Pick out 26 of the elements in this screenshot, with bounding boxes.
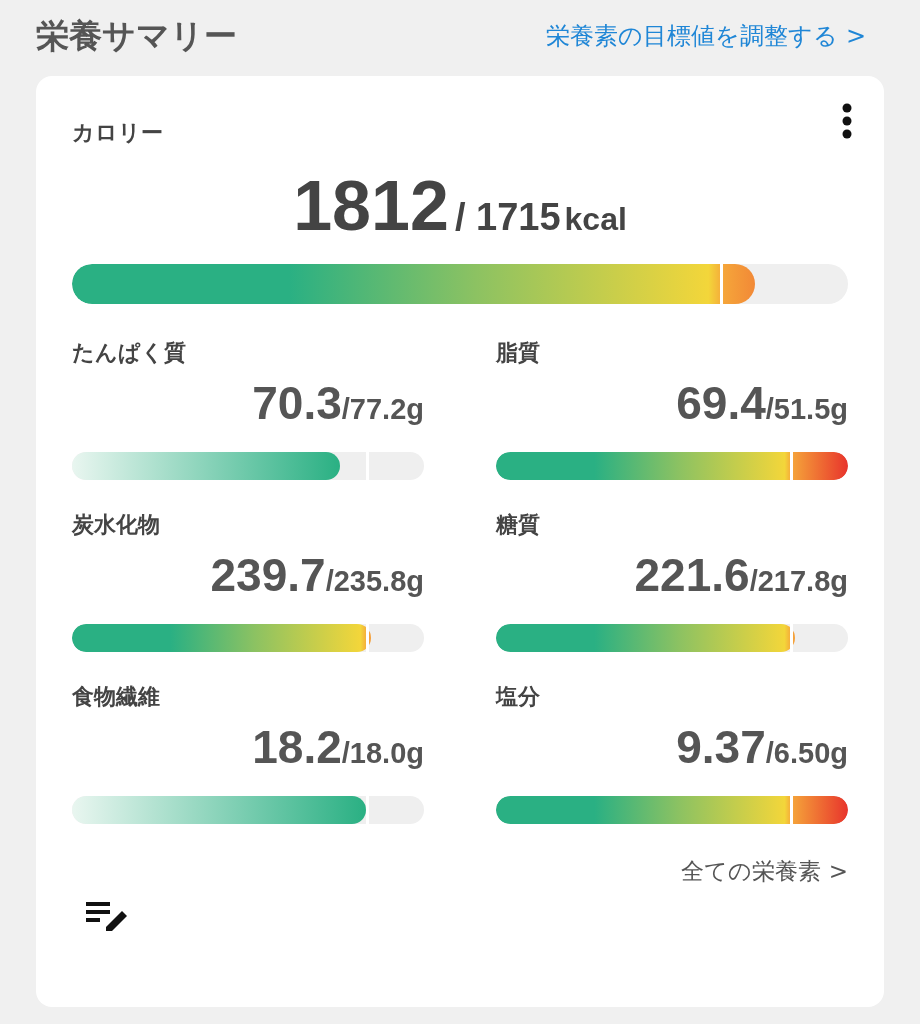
- calorie-target: / 1715: [454, 196, 561, 239]
- nutrient-label: 塩分: [496, 683, 541, 711]
- nutrient-target: /217.8g: [749, 565, 848, 598]
- calorie-value: 1812: [293, 166, 449, 246]
- nutrient-target: /6.50g: [765, 737, 848, 770]
- nutrient-target: /51.5g: [765, 393, 848, 426]
- edit-list-icon[interactable]: [86, 901, 130, 931]
- nutrient-target: /77.2g: [341, 393, 424, 426]
- all-nutrients-link[interactable]: 全ての栄養素 >: [681, 856, 848, 887]
- nutrient-value: 70.3: [252, 376, 342, 430]
- nutrient-value: 9.37: [676, 720, 766, 774]
- nutrient-target: /235.8g: [325, 565, 424, 598]
- more-menu-icon[interactable]: [842, 103, 852, 139]
- nutrient-target: /18.0g: [341, 737, 424, 770]
- nutrient-label: 炭水化物: [72, 511, 161, 539]
- nutrient-value: 221.6: [634, 548, 750, 602]
- calorie-label: カロリー: [72, 119, 163, 147]
- section-title: 栄養サマリー: [36, 14, 237, 57]
- nutrient-label: 食物繊維: [72, 683, 161, 711]
- nutrient-value: 18.2: [252, 720, 342, 774]
- nutrient-label: たんぱく質: [72, 339, 187, 367]
- calorie-unit: kcal: [564, 201, 627, 238]
- nutrient-value: 69.4: [676, 376, 766, 430]
- nutrient-value: 239.7: [210, 548, 326, 602]
- nutrient-label: 脂質: [496, 339, 541, 367]
- nutrient-label: 糖質: [496, 511, 541, 539]
